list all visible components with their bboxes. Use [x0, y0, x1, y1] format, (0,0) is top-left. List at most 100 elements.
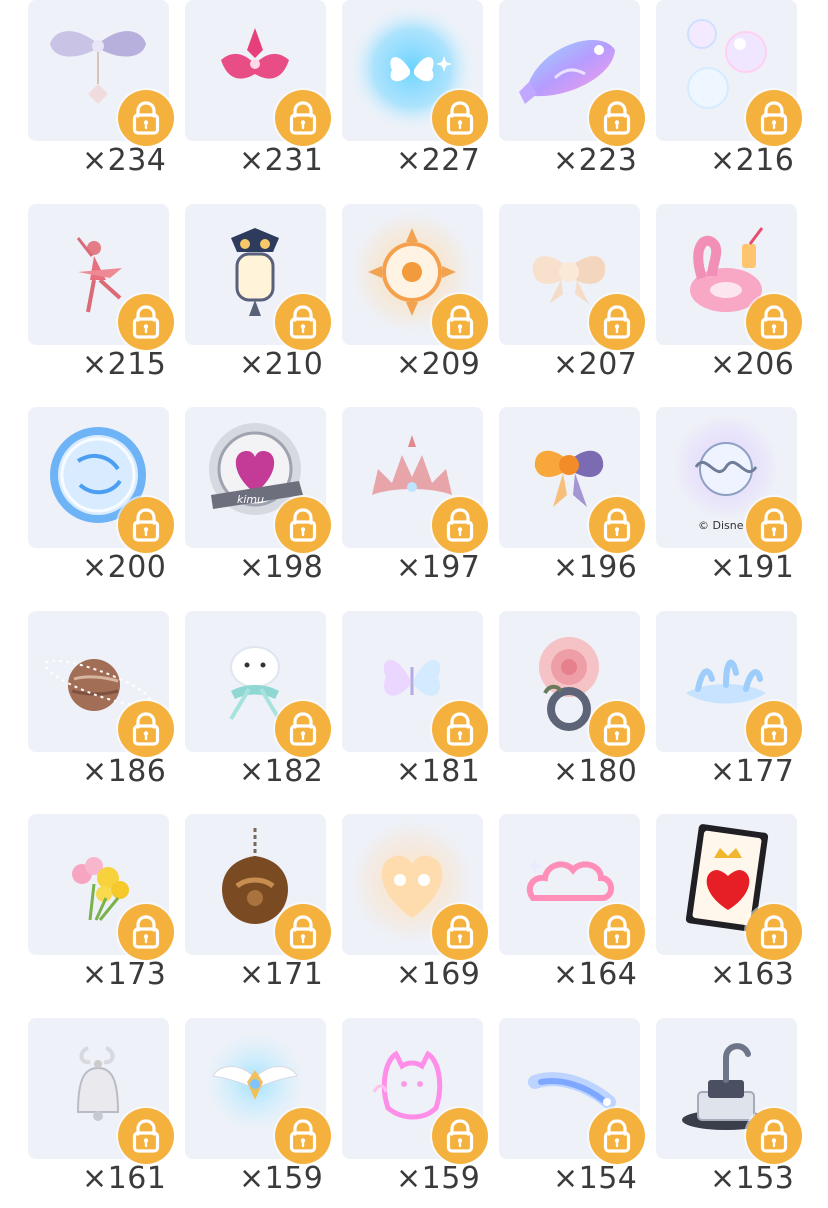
item-cell[interactable]: ×231 — [185, 0, 335, 190]
item-cell[interactable]: ×169 — [342, 814, 492, 1004]
item-count: ×173 — [82, 957, 167, 992]
item-cell[interactable]: ×181 — [342, 610, 492, 801]
item-cell[interactable]: ×180 — [499, 610, 649, 801]
item-count: ×207 — [553, 346, 638, 382]
item-cell[interactable]: ×207 — [499, 203, 649, 394]
lock-icon — [603, 915, 631, 949]
badge-inscription: kimu — [237, 493, 265, 506]
item-cell[interactable]: ×186 — [28, 610, 178, 801]
item-cell[interactable]: ×163 — [656, 814, 806, 1004]
item-cell[interactable]: © Disne ×191 — [656, 407, 806, 597]
lock-badge — [432, 700, 488, 757]
lock-icon — [132, 304, 160, 339]
item-cell[interactable]: ×177 — [656, 610, 806, 801]
lock-badge — [118, 700, 174, 757]
lock-icon — [603, 101, 631, 135]
item-count: ×182 — [239, 753, 324, 789]
lock-badge — [746, 904, 802, 960]
item-count: ×200 — [82, 550, 167, 585]
item-cell[interactable]: ×206 — [656, 203, 806, 394]
lock-badge — [589, 293, 645, 350]
lock-icon — [446, 304, 474, 339]
lock-badge — [118, 90, 174, 146]
lock-badge — [275, 293, 331, 350]
lock-badge — [589, 90, 645, 146]
item-count: ×206 — [710, 346, 795, 382]
item-cell[interactable]: ×200 — [28, 407, 178, 597]
lock-badge — [275, 90, 331, 146]
lock-badge — [589, 497, 645, 553]
lock-icon — [289, 711, 317, 746]
lock-icon — [289, 101, 317, 135]
item-cell[interactable]: ×215 — [28, 203, 178, 394]
lock-icon — [446, 711, 474, 746]
lock-badge — [589, 904, 645, 960]
lock-icon — [760, 711, 788, 746]
item-cell[interactable]: ×223 — [499, 0, 649, 190]
lock-badge — [746, 1107, 802, 1164]
item-count: ×216 — [710, 143, 795, 178]
lock-badge — [746, 293, 802, 350]
item-cell[interactable]: ×182 — [185, 610, 335, 801]
lock-icon — [603, 1118, 631, 1153]
lock-badge — [275, 1107, 331, 1164]
lock-badge — [275, 497, 331, 553]
item-cell[interactable]: ×159 — [342, 1017, 492, 1208]
copyright-text: © Disne — [698, 519, 744, 532]
item-cell[interactable]: ×216 — [656, 0, 806, 190]
item-count: ×198 — [239, 550, 324, 585]
item-cell[interactable]: ×154 — [499, 1017, 649, 1208]
lock-badge — [118, 1107, 174, 1164]
item-count: ×227 — [396, 143, 481, 178]
lock-icon — [132, 711, 160, 746]
lock-icon — [289, 304, 317, 339]
lock-badge — [589, 1107, 645, 1164]
item-cell[interactable]: ×153 — [656, 1017, 806, 1208]
lock-badge — [589, 700, 645, 757]
item-cell[interactable]: ×197 — [342, 407, 492, 597]
lock-icon — [603, 711, 631, 746]
lock-icon — [760, 101, 788, 135]
item-count: ×177 — [710, 753, 795, 789]
lock-icon — [603, 508, 631, 542]
lock-badge — [432, 497, 488, 553]
item-grid: ×234 ×231 ×227 ×223 ×216 ×215 ×210 ×209 … — [0, 0, 828, 1200]
lock-icon — [289, 1118, 317, 1153]
item-count: ×180 — [553, 753, 638, 789]
lock-icon — [760, 304, 788, 339]
item-count: ×154 — [553, 1160, 638, 1196]
item-count: ×161 — [82, 1160, 167, 1196]
item-cell[interactable]: ×173 — [28, 814, 178, 1004]
item-count: ×153 — [710, 1160, 795, 1196]
item-cell[interactable]: ×234 — [28, 0, 178, 190]
lock-badge — [432, 90, 488, 146]
lock-badge — [275, 904, 331, 960]
item-count: ×197 — [396, 550, 481, 585]
item-count: ×196 — [553, 550, 638, 585]
item-count: ×159 — [396, 1160, 481, 1196]
item-cell[interactable]: ×227 — [342, 0, 492, 190]
lock-icon — [760, 1118, 788, 1153]
item-count: ×191 — [710, 550, 795, 585]
item-cell[interactable]: ×209 — [342, 203, 492, 394]
lock-badge — [432, 293, 488, 350]
item-cell[interactable]: ×171 — [185, 814, 335, 1004]
item-count: ×163 — [710, 957, 795, 992]
item-cell[interactable]: ×196 — [499, 407, 649, 597]
item-cell[interactable]: ×159 — [185, 1017, 335, 1208]
item-count: ×210 — [239, 346, 324, 382]
item-cell[interactable]: kimu ×198 — [185, 407, 335, 597]
item-count: ×234 — [82, 143, 167, 178]
item-cell[interactable]: ×161 — [28, 1017, 178, 1208]
item-count: ×169 — [396, 957, 481, 992]
item-cell[interactable]: ×210 — [185, 203, 335, 394]
lock-badge — [746, 700, 802, 757]
lock-icon — [446, 915, 474, 949]
item-cell[interactable]: ×164 — [499, 814, 649, 1004]
lock-icon — [132, 101, 160, 135]
lock-icon — [446, 1118, 474, 1153]
item-count: ×164 — [553, 957, 638, 992]
item-count: ×159 — [239, 1160, 324, 1196]
lock-icon — [132, 1118, 160, 1153]
lock-icon — [289, 508, 317, 542]
